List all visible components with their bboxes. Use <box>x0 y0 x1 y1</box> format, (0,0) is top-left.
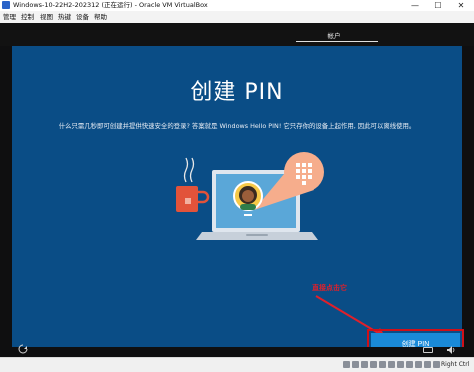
mouse-integration-icon[interactable] <box>424 361 431 368</box>
oobe-screen: 创建 PIN 什么只需几秒即可创建并提供快速安全的登录? 答案就是 Window… <box>12 46 464 360</box>
menu-item-view[interactable]: 视图 <box>40 11 53 23</box>
window-titlebar: Windows-10-22H2-202312 (正在运行) - Oracle V… <box>0 0 474 11</box>
menu-item-control[interactable]: 控制 <box>21 11 34 23</box>
tab-indicator <box>296 41 378 42</box>
menu-item-help[interactable]: 帮助 <box>94 11 107 23</box>
vbox-statusbar: Right Ctrl <box>0 357 474 372</box>
cpu-icon[interactable] <box>415 361 422 368</box>
maximize-button[interactable]: ☐ <box>427 0 449 11</box>
shared-folder-icon[interactable] <box>388 361 395 368</box>
host-key-label: Right Ctrl <box>441 361 470 368</box>
audio-icon[interactable] <box>361 361 368 368</box>
close-button[interactable]: ✕ <box>450 0 472 11</box>
page-description: 什么只需几秒即可创建并提供快速安全的登录? 答案就是 Windows Hello… <box>58 122 416 130</box>
virtualbox-icon <box>2 1 10 9</box>
oobe-footer <box>0 347 474 357</box>
usb-icon[interactable] <box>379 361 386 368</box>
accessibility-icon[interactable] <box>18 344 28 354</box>
oobe-header: 帐户 <box>0 23 474 46</box>
host-key-icon[interactable] <box>433 361 440 368</box>
hard-disk-icon[interactable] <box>343 361 350 368</box>
menu-item-devices[interactable]: 设备 <box>76 11 89 23</box>
coffee-mug-icon <box>176 157 210 212</box>
avatar-icon <box>233 181 263 211</box>
menu-item-hotkey[interactable]: 热键 <box>58 11 71 23</box>
volume-icon[interactable] <box>446 345 456 355</box>
keyboard-icon[interactable] <box>423 347 433 353</box>
optical-drive-icon[interactable] <box>352 361 359 368</box>
minimize-button[interactable]: — <box>404 0 426 11</box>
vm-display: 帐户 创建 PIN 什么只需几秒即可创建并提供快速安全的登录? 答案就是 Win… <box>0 23 474 360</box>
display-icon[interactable] <box>397 361 404 368</box>
window-title: Windows-10-22H2-202312 (正在运行) - Oracle V… <box>13 1 208 9</box>
menu-item-manage[interactable]: 管理 <box>3 11 16 23</box>
menu-bar: 管理 控制 视图 热键 设备 帮助 <box>0 11 474 23</box>
network-icon[interactable] <box>370 361 377 368</box>
page-title: 创建 PIN <box>190 80 284 105</box>
recording-icon[interactable] <box>406 361 413 368</box>
pin-illustration <box>176 152 324 240</box>
tab-account: 帐户 <box>327 32 341 40</box>
